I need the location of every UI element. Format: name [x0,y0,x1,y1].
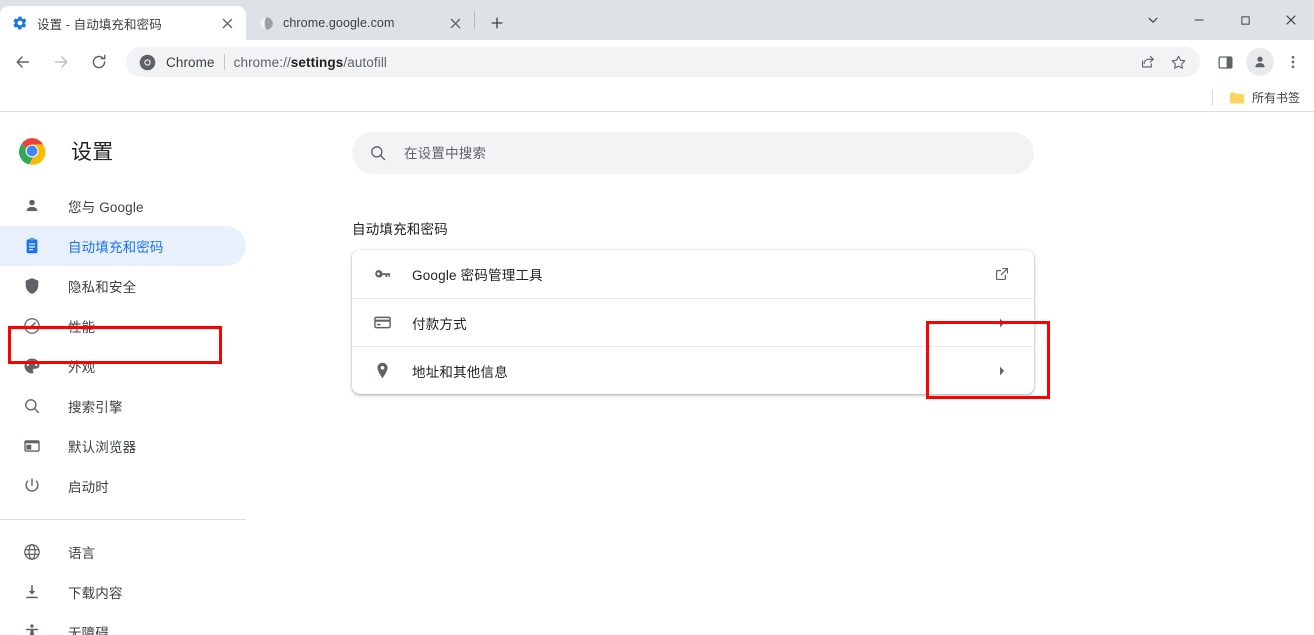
close-icon[interactable] [218,14,236,32]
power-icon [22,476,42,496]
browser-tab-inactive[interactable]: chrome.google.com [246,6,474,40]
chrome-logo-icon [138,53,156,71]
row-label: 地址和其他信息 [412,364,508,380]
sidebar-item-label: 您与 Google [68,200,144,215]
shield-icon [22,276,42,296]
minimize-icon[interactable] [1176,0,1222,40]
person-icon [22,196,42,216]
sidebar-item-on-startup[interactable]: 启动时 [0,466,246,506]
back-button[interactable] [7,46,39,78]
share-icon[interactable] [1134,48,1162,76]
browser-window-icon [22,436,42,456]
browser-toolbar: Chrome chrome://settings/autofill [0,40,1314,84]
sidebar-item-you-and-google[interactable]: 您与 Google [0,186,246,226]
sidebar-item-accessibility[interactable]: 无障碍 [0,612,246,635]
omnibox-actions [1132,48,1192,76]
reload-button[interactable] [83,46,115,78]
star-icon[interactable] [1164,48,1192,76]
search-icon [368,143,388,163]
globe-icon [258,15,274,31]
download-icon [22,582,42,602]
sidebar-item-label: 隐私和安全 [68,280,137,295]
new-tab-button[interactable] [483,9,511,37]
forward-button[interactable] [45,46,77,78]
omnibox-chip-label: Chrome [166,54,215,70]
settings-gear-icon [12,15,28,31]
sidebar-item-privacy-and-security[interactable]: 隐私和安全 [0,266,246,306]
sidebar-group-primary: 您与 Google 自动填充和密码 隐私和安全 性能 外观 搜索引擎 默认浏览器… [0,186,260,506]
side-panel-icon[interactable] [1210,47,1240,77]
speedometer-icon [22,316,42,336]
maximize-icon[interactable] [1222,0,1268,40]
settings-page: 设置 您与 Google 自动填充和密码 隐私和安全 性能 外观 搜索引擎 默认… [0,112,1314,635]
tab-separator [474,11,475,29]
accessibility-icon [22,622,42,635]
sidebar-item-performance[interactable]: 性能 [0,306,246,346]
bookmarks-separator [1211,89,1213,106]
palette-icon [22,356,42,376]
sidebar-item-autofill-and-passwords[interactable]: 自动填充和密码 [0,226,246,266]
settings-sidebar: 设置 您与 Google 自动填充和密码 隐私和安全 性能 外观 搜索引擎 默认… [0,112,260,635]
tab-title: chrome.google.com [283,16,395,30]
sidebar-divider [0,519,246,520]
sidebar-item-default-browser[interactable]: 默认浏览器 [0,426,246,466]
sidebar-group-secondary: 语言 下载内容 无障碍 [0,532,260,635]
open-in-new-icon[interactable] [990,262,1014,286]
search-area [260,132,1314,174]
close-icon[interactable] [1268,0,1314,40]
settings-search-box[interactable] [352,132,1034,174]
sidebar-item-search-engine[interactable]: 搜索引擎 [0,386,246,426]
row-label: 付款方式 [412,316,467,332]
key-icon [372,264,392,284]
section-title: 自动填充和密码 [352,222,448,237]
chevron-right-icon[interactable] [990,311,1014,335]
folder-icon [1229,91,1245,105]
tab-title: 设置 - 自动填充和密码 [37,17,162,32]
settings-brand: 设置 [0,130,260,172]
location-pin-icon [372,361,392,381]
row-payment-methods[interactable]: 付款方式 [352,298,1034,346]
globe-icon [22,542,42,562]
sidebar-item-label: 默认浏览器 [68,440,137,455]
chrome-logo-icon [18,137,46,165]
credit-card-icon [372,313,392,333]
sidebar-item-label: 下载内容 [68,586,123,601]
row-google-password-manager[interactable]: Google 密码管理工具 [352,250,1034,298]
address-bar[interactable]: Chrome chrome://settings/autofill [126,47,1200,77]
omnibox-divider [223,54,225,70]
row-addresses-and-more[interactable]: 地址和其他信息 [352,346,1034,394]
sidebar-item-label: 外观 [68,360,96,375]
profile-avatar[interactable] [1246,48,1274,76]
sidebar-item-label: 启动时 [68,480,109,495]
all-bookmarks-button[interactable]: 所有书签 [1223,87,1306,109]
page-title: 设置 [71,141,114,164]
settings-main: 自动填充和密码 Google 密码管理工具 [260,112,1314,635]
sidebar-item-languages[interactable]: 语言 [0,532,246,572]
tab-strip: 设置 - 自动填充和密码 chrome.google.com [0,0,1314,40]
browser-tab-active[interactable]: 设置 - 自动填充和密码 [0,6,246,40]
omnibox-url: chrome://settings/autofill [233,54,388,70]
search-icon [22,396,42,416]
bookmarks-bar: 所有书签 [0,84,1314,112]
chrome-menu-icon[interactable] [1278,47,1308,77]
chevron-right-icon[interactable] [990,359,1014,383]
autofill-settings-card: Google 密码管理工具 付款方式 地址和其他信息 [352,250,1034,394]
sidebar-item-label: 自动填充和密码 [68,240,164,255]
sidebar-item-label: 语言 [68,546,96,561]
chevron-down-icon[interactable] [1130,0,1176,40]
sidebar-item-appearance[interactable]: 外观 [0,346,246,386]
clipboard-icon [22,236,42,256]
sidebar-item-label: 无障碍 [68,626,109,635]
close-icon[interactable] [446,14,464,32]
all-bookmarks-label: 所有书签 [1251,91,1300,105]
window-controls [1130,0,1314,40]
sidebar-item-label: 性能 [68,320,96,335]
sidebar-item-label: 搜索引擎 [68,400,123,415]
row-label: Google 密码管理工具 [412,268,543,283]
search-input[interactable] [404,145,1018,161]
sidebar-item-downloads[interactable]: 下载内容 [0,572,246,612]
